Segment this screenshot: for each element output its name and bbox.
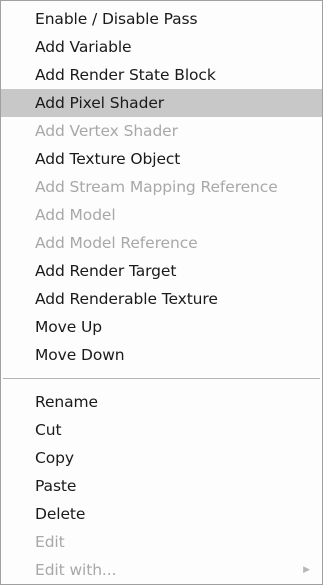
- context-menu: Enable / Disable Pass Add Variable Add R…: [0, 0, 323, 585]
- menu-item-edit: Edit: [35, 533, 65, 551]
- menu-item-add-renderable-texture[interactable]: Add Renderable Texture: [1, 285, 322, 313]
- menu-item-move-up[interactable]: Move Up: [1, 313, 322, 341]
- menu-item-add-texture-object[interactable]: Add Texture Object: [1, 145, 322, 173]
- menu-item-add-vertex-shader: Add Vertex Shader: [35, 122, 178, 140]
- menu-item-add-model-reference: Add Model Reference: [35, 234, 198, 252]
- menu-item-edit-with: Edit with... ▶: [1, 556, 322, 584]
- menu-item-add-variable[interactable]: Add Variable: [1, 33, 322, 61]
- menu-item-enable-disable-pass[interactable]: Enable / Disable Pass: [1, 5, 322, 33]
- menu-item-rename[interactable]: Rename: [1, 388, 322, 416]
- menu-item-copy[interactable]: Copy: [1, 444, 322, 472]
- menu-item-cut[interactable]: Cut: [1, 416, 322, 444]
- menu-item-delete[interactable]: Delete: [1, 500, 322, 528]
- menu-item-add-render-target[interactable]: Add Render Target: [1, 257, 322, 285]
- menu-separator: [3, 378, 320, 379]
- menu-item-move-down[interactable]: Move Down: [1, 341, 322, 369]
- menu-item-add-stream-mapping-reference: Add Stream Mapping Reference: [35, 178, 278, 196]
- submenu-arrow-icon: ▶: [303, 565, 310, 575]
- menu-item-edit-with-label: Edit with...: [35, 561, 117, 579]
- menu-item-paste[interactable]: Paste: [1, 472, 322, 500]
- menu-item-add-model: Add Model: [35, 206, 116, 224]
- menu-item-add-pixel-shader[interactable]: Add Pixel Shader: [1, 89, 322, 117]
- menu-item-add-render-state-block[interactable]: Add Render State Block: [1, 61, 322, 89]
